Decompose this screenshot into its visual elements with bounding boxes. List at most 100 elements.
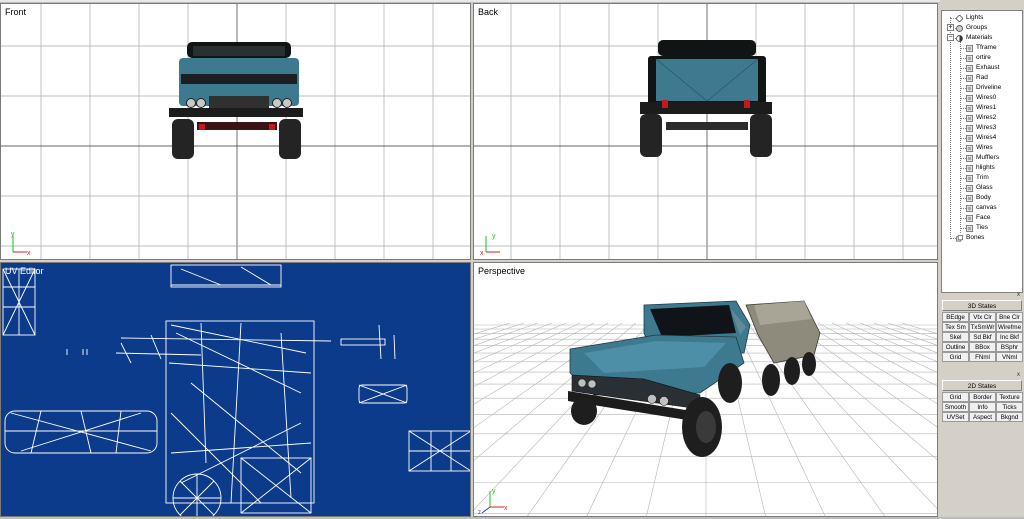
states3d-button-sd-bkf[interactable]: Sd Bkf bbox=[969, 332, 996, 342]
states3d-button-vtx-clr[interactable]: Vtx Clr bbox=[969, 312, 996, 322]
states3d-button-skel[interactable]: Skel bbox=[942, 332, 969, 342]
tree-item[interactable]: Wires3 bbox=[966, 123, 996, 133]
states2d-button-ticks[interactable]: Ticks bbox=[996, 402, 1023, 412]
states-2d-title: 2D States bbox=[942, 380, 1022, 391]
states3d-button-grid[interactable]: Grid bbox=[942, 352, 969, 362]
tree-item[interactable]: Mufflers bbox=[966, 153, 999, 163]
truck-back-icon bbox=[640, 40, 772, 157]
uv-island-strip-left bbox=[4, 410, 158, 454]
states3d-button-vnml[interactable]: VNml bbox=[996, 352, 1023, 362]
tree-item[interactable]: Wires1 bbox=[966, 103, 996, 113]
tree-item-label: Wires0 bbox=[976, 94, 997, 101]
states2d-button-info[interactable]: Info bbox=[969, 402, 996, 412]
tree-item-label: Wires4 bbox=[976, 134, 997, 141]
close-2d-states-icon[interactable]: x bbox=[1015, 372, 1022, 379]
states2d-button-texture[interactable]: Texture bbox=[996, 392, 1023, 402]
states3d-button-tex-sm[interactable]: Tex Sm bbox=[942, 322, 969, 332]
states-3d-title: 3D States bbox=[942, 300, 1022, 311]
tree-item[interactable]: Wires2 bbox=[966, 113, 996, 123]
states3d-button-wirefme[interactable]: Wirefme bbox=[996, 322, 1023, 332]
states3d-button-bbox[interactable]: BBox bbox=[969, 342, 996, 352]
tree-item[interactable]: Glass bbox=[966, 183, 993, 193]
states3d-button-bedge[interactable]: BEdge bbox=[942, 312, 969, 322]
viewport-label-front: Front bbox=[5, 7, 27, 17]
uv-island-right bbox=[408, 430, 470, 472]
tree-item[interactable]: Ties bbox=[966, 223, 988, 233]
tree-item[interactable]: Groups bbox=[956, 23, 987, 33]
uv-island-right-small bbox=[340, 324, 408, 404]
states2d-button-grid[interactable]: Grid bbox=[942, 392, 969, 402]
states2d-button-aspect[interactable]: Aspect bbox=[969, 412, 996, 422]
tree-item[interactable]: Wires0 bbox=[966, 93, 996, 103]
material-icon bbox=[966, 154, 973, 162]
modeler-window: Front y x Back y x UV Editor Perspective… bbox=[0, 0, 1024, 519]
axis-gizmo-back: y x bbox=[480, 233, 500, 257]
states3d-button-fnml[interactable]: FNml bbox=[969, 352, 996, 362]
tree-item-label: Glass bbox=[976, 184, 993, 191]
uv-island-wheel bbox=[172, 473, 222, 516]
material-icon bbox=[966, 94, 973, 102]
tree-item[interactable]: ortire bbox=[966, 53, 991, 63]
scene-tree[interactable]: Lights + Groups − Materials Tframe ortire Exhau… bbox=[941, 10, 1023, 293]
tree-item[interactable]: Lights bbox=[956, 13, 983, 23]
material-icon bbox=[966, 84, 973, 92]
states2d-button-uvset[interactable]: UVSet bbox=[942, 412, 969, 422]
tree-item[interactable]: hlights bbox=[966, 163, 995, 173]
uv-island-main bbox=[115, 320, 332, 514]
tree-item[interactable]: Rad bbox=[966, 73, 988, 83]
uv-editor-viewport[interactable]: UV Editor bbox=[0, 262, 471, 517]
tree-item[interactable]: canvas bbox=[966, 203, 997, 213]
axis-y-label: y bbox=[492, 488, 496, 495]
tree-item[interactable]: Wires4 bbox=[966, 133, 996, 143]
tree-item-label: hlights bbox=[976, 164, 995, 171]
states2d-button-smooth[interactable]: Smooth bbox=[942, 402, 969, 412]
states3d-button-outline[interactable]: Outline bbox=[942, 342, 969, 352]
back-truck-view bbox=[640, 40, 772, 157]
tree-item[interactable]: Driveline bbox=[966, 83, 1001, 93]
front-viewport[interactable]: Front y x bbox=[0, 3, 471, 260]
states2d-button-bkgnd[interactable]: Bkgnd bbox=[996, 412, 1023, 422]
tree-item[interactable]: Body bbox=[966, 193, 991, 203]
back-viewport[interactable]: Back y x bbox=[473, 3, 938, 260]
bones-icon bbox=[956, 234, 963, 241]
tree-item-label: Tframe bbox=[976, 44, 997, 51]
tree-item-label: Rad bbox=[976, 74, 988, 81]
tree-item-label: Lights bbox=[966, 14, 984, 21]
tree-item-label: Exhaust bbox=[976, 64, 1000, 71]
perspective-truck-view bbox=[568, 300, 821, 457]
tree-item-label: canvas bbox=[976, 204, 997, 211]
material-icon bbox=[966, 114, 973, 122]
states3d-button-bne-clr[interactable]: Bne Clr bbox=[996, 312, 1023, 322]
material-icon bbox=[966, 194, 973, 202]
tree-item-label: ortire bbox=[976, 54, 991, 61]
tree-item[interactable]: Face bbox=[966, 213, 990, 223]
groups-icon bbox=[956, 24, 963, 32]
material-icon bbox=[966, 104, 973, 112]
axis-gizmo-perspective: y x z bbox=[478, 488, 508, 515]
collapse-materials-icon[interactable]: − bbox=[947, 34, 954, 41]
tree-item-label: Groups bbox=[966, 24, 988, 31]
states3d-button-bsphr[interactable]: BSphr bbox=[996, 342, 1023, 352]
expand-groups-icon[interactable]: + bbox=[947, 24, 954, 31]
axis-x-label: x bbox=[480, 250, 484, 257]
states3d-button-txsmwr[interactable]: TxSmWr bbox=[969, 322, 996, 332]
tree-item[interactable]: Trim bbox=[966, 173, 989, 183]
tree-item[interactable]: Tframe bbox=[966, 43, 997, 53]
tree-item[interactable]: Wires bbox=[966, 143, 993, 153]
states2d-button-border[interactable]: Border bbox=[969, 392, 996, 402]
viewport-label-uv: UV Editor bbox=[5, 266, 44, 276]
states3d-button-inc-bkf[interactable]: Inc Bkf bbox=[996, 332, 1023, 342]
tree-item-label: Materials bbox=[966, 34, 993, 41]
close-3d-states-icon[interactable]: x bbox=[1015, 292, 1022, 299]
tree-item[interactable]: Exhaust bbox=[966, 63, 1000, 73]
side-panel: Lights + Groups − Materials Tframe ortire Exhau… bbox=[940, 3, 1024, 517]
viewport-label-perspective: Perspective bbox=[478, 266, 526, 276]
perspective-viewport[interactable]: Perspective y x z bbox=[473, 262, 938, 517]
tree-item[interactable]: Bones bbox=[956, 233, 984, 243]
uv-island-top-left bbox=[2, 268, 36, 336]
tree-item[interactable]: Materials bbox=[956, 33, 992, 43]
materials-icon bbox=[956, 34, 963, 42]
material-icon bbox=[966, 64, 973, 72]
tree-item-label: Bones bbox=[966, 234, 985, 241]
material-icon bbox=[966, 144, 973, 152]
